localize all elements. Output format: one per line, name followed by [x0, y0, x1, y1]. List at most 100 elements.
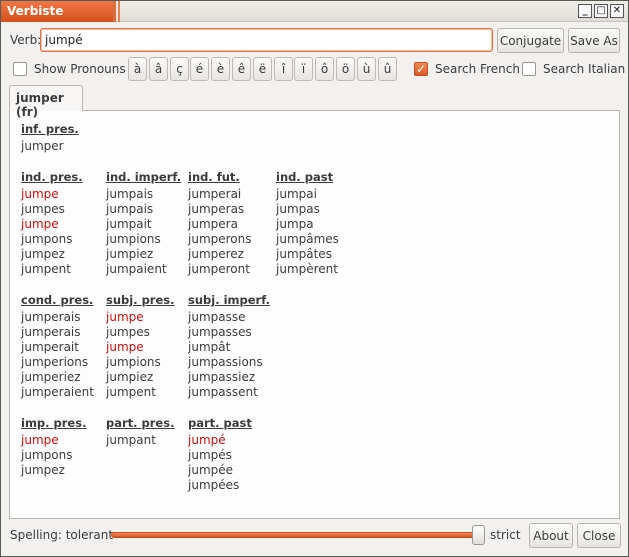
tense-ind-fut: ind. fut. jumperai jumperas jumpera jumperon…	[188, 170, 252, 277]
conjugated-form: jumpions	[106, 355, 161, 369]
conjugated-form: jumpâtes	[276, 247, 332, 261]
tense-ind-past: ind. past jumpai jumpas jumpa jumpâmes jumpât…	[276, 170, 339, 277]
tense-heading: inf. pres.	[21, 122, 79, 136]
minimize-button[interactable]: _	[578, 4, 592, 18]
conjugated-form: jumperaient	[21, 385, 94, 399]
accent-button[interactable]: è	[211, 57, 230, 81]
conjugate-button[interactable]: Conjugate	[497, 28, 564, 53]
conjugated-form: jumpais	[106, 202, 154, 216]
conjugated-form: jumper	[21, 139, 64, 153]
conjugated-form: jumpe	[106, 310, 144, 324]
conjugated-form: jumpiez	[106, 247, 154, 261]
tense-heading: ind. imperf.	[106, 170, 182, 184]
accent-button[interactable]: ù	[357, 57, 376, 81]
conjugated-form: jumpez	[21, 247, 65, 261]
maximize-button[interactable]: □	[594, 4, 608, 18]
conjugated-form: jumpent	[21, 262, 71, 276]
accent-button[interactable]: ç	[170, 57, 189, 81]
conjugated-form: jumpons	[21, 232, 73, 246]
tense-subj-pres: subj. pres. jumpe jumpes jumpe jumpions jumpi…	[106, 293, 175, 400]
conjugated-form: jumpez	[21, 463, 65, 477]
conjugated-form: jumpai	[276, 187, 317, 201]
conjugated-form: jumperas	[188, 202, 245, 216]
save-as-button[interactable]: Save As	[568, 28, 620, 53]
tense-ind-imperf: ind. imperf. jumpais jumpais jumpait jumpion…	[106, 170, 181, 277]
title-bar[interactable]: Verbiste _ □ ✕	[1, 1, 628, 22]
conjugated-form: jumpent	[106, 385, 156, 399]
spelling-slider-handle[interactable]	[472, 525, 485, 545]
tense-heading: ind. pres.	[21, 170, 83, 184]
conjugated-form: jumperai	[188, 187, 242, 201]
conjugated-form: jumperez	[188, 247, 244, 261]
search-french-label: Search French	[435, 62, 520, 76]
window-title: Verbiste	[1, 1, 123, 22]
conjugated-form: jumpera	[188, 217, 238, 231]
tense-heading: ind. fut.	[188, 170, 240, 184]
conjugated-form: jumperiez	[21, 370, 81, 384]
show-pronouns-label: Show Pronouns	[34, 62, 126, 76]
conjugated-form: jumpe	[21, 217, 59, 231]
accent-button[interactable]: ï	[294, 57, 313, 81]
accent-button[interactable]: ô	[315, 57, 334, 81]
tense-heading: part. pres.	[106, 416, 175, 430]
conjugated-form: jumpes	[106, 325, 150, 339]
accent-button[interactable]: â	[149, 57, 168, 81]
about-button[interactable]: About	[529, 523, 573, 548]
tense-heading: subj. pres.	[106, 293, 175, 307]
tense-heading: imp. pres.	[21, 416, 87, 430]
tense-ind-pres: ind. pres. jumpe jumpes jumpe jumpons jumpez j…	[21, 170, 83, 277]
tense-imp-pres: imp. pres. jumpe jumpons jumpez	[21, 416, 86, 478]
tense-heading: subj. imperf.	[188, 293, 270, 307]
accent-button[interactable]: ö	[336, 57, 355, 81]
conjugated-form: jumpassent	[188, 385, 258, 399]
conjugated-form: jumperont	[188, 262, 250, 276]
accent-button[interactable]: à	[128, 57, 147, 81]
conjugated-form: jumpé	[188, 433, 226, 447]
conjugated-form: jumpant	[106, 433, 156, 447]
conjugated-form: jumperons	[188, 232, 252, 246]
conjugated-form: jumpait	[106, 217, 152, 231]
conjugated-form: jumpasses	[188, 325, 252, 339]
conjugated-form: jumpe	[21, 433, 59, 447]
conjugated-form: jumperais	[21, 325, 81, 339]
search-french-checkbox[interactable]: ✓	[414, 62, 428, 76]
tense-heading: cond. pres.	[21, 293, 94, 307]
conjugated-form: jumpassiez	[188, 370, 256, 384]
accent-button[interactable]: î	[274, 57, 293, 81]
conjugated-form: jumpa	[276, 217, 314, 231]
spelling-label: Spelling: tolerant	[10, 528, 114, 542]
search-italian-checkbox[interactable]	[522, 62, 536, 76]
accent-button[interactable]: é	[190, 57, 209, 81]
accent-button[interactable]: ê	[232, 57, 251, 81]
accent-button[interactable]: û	[378, 57, 397, 81]
tense-part-past: part. past jumpé jumpés jumpée jumpées	[188, 416, 252, 493]
conjugated-form: jumpât	[188, 340, 231, 354]
conjugated-form: jumpaient	[106, 262, 167, 276]
verbiste-window: Verbiste _ □ ✕ Verb: Conjugate Save As S…	[0, 0, 629, 557]
accent-button[interactable]: ë	[253, 57, 272, 81]
conjugated-form: jumpons	[21, 448, 73, 462]
conjugation-panel: inf. pres. jumper ind. pres. jumpe jumpes ju…	[9, 110, 620, 519]
tense-subj-imperf: subj. imperf. jumpasse jumpasses jumpât jump…	[188, 293, 270, 400]
strict-label: strict	[490, 528, 521, 542]
tense-cond-pres: cond. pres. jumperais jumperais jumperait ju…	[21, 293, 94, 400]
conjugated-form: jumpés	[188, 448, 232, 462]
conjugated-form: jumpe	[21, 187, 59, 201]
show-pronouns-checkbox[interactable]	[13, 62, 27, 76]
verb-input[interactable]	[40, 28, 493, 52]
conjugated-form: jumpais	[106, 187, 154, 201]
verb-label: Verb:	[10, 33, 42, 47]
conjugated-form: jumperais	[21, 310, 81, 324]
tense-heading: ind. past	[276, 170, 334, 184]
conjugated-form: jumpiez	[106, 370, 154, 384]
close-window-button[interactable]: ✕	[610, 4, 624, 18]
conjugated-form: jumpas	[276, 202, 320, 216]
conjugated-form: jumpée	[188, 463, 234, 477]
conjugated-form: jumpâmes	[276, 232, 339, 246]
tab-jumper-fr[interactable]: jumper (fr)	[9, 85, 83, 119]
conjugated-form: jumpes	[21, 202, 65, 216]
close-button[interactable]: Close	[577, 523, 621, 548]
conjugated-form: jumpions	[106, 232, 161, 246]
conjugated-form: jumpasse	[188, 310, 246, 324]
spelling-slider[interactable]	[111, 532, 481, 538]
